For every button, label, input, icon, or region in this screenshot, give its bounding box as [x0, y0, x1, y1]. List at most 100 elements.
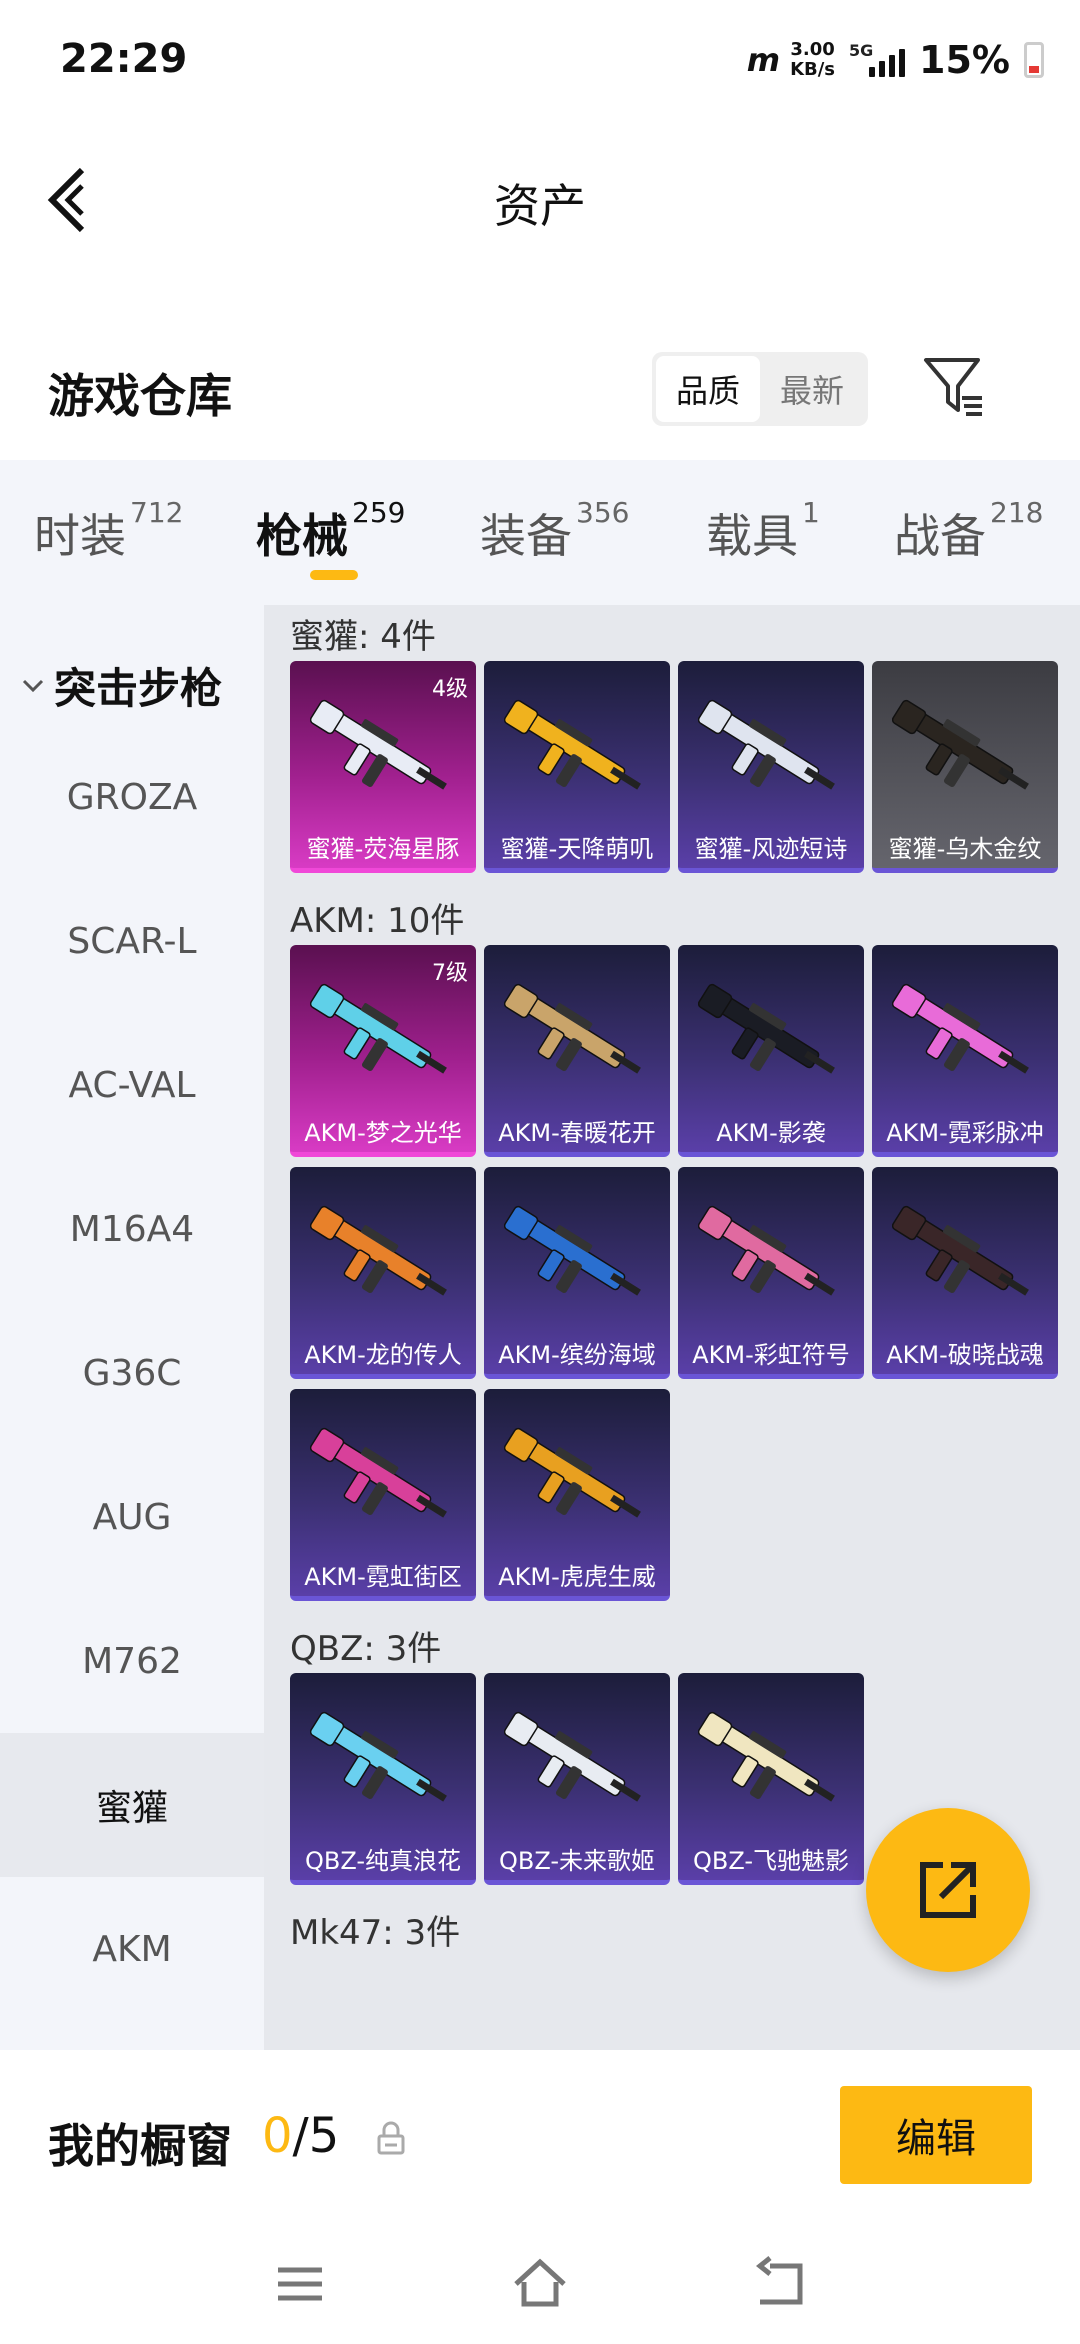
- weapon-card[interactable]: AKM-霓彩脉冲: [872, 945, 1058, 1157]
- card-name: 蜜獾-荧海星豚: [306, 835, 460, 863]
- tab-firearms[interactable]: 枪械 259: [256, 496, 405, 566]
- sidebar-item-m762[interactable]: M762: [0, 1589, 264, 1733]
- filter-icon[interactable]: [920, 352, 990, 422]
- network-speed: 3.00 KB/s: [790, 40, 835, 80]
- weapon-skin-image: [698, 1711, 835, 1802]
- card-name: AKM-彩虹符号: [692, 1341, 850, 1369]
- tab-label: 时装: [34, 509, 126, 563]
- showcase-bar: 我的橱窗 0/5 编辑: [0, 2050, 1080, 2224]
- weapon-skin-image: [698, 1205, 835, 1296]
- card-name: QBZ-纯真浪花: [304, 1847, 462, 1875]
- weapon-card[interactable]: QBZ-未来歌姬: [484, 1673, 670, 1885]
- sidebar-item-g36c[interactable]: G36C: [0, 1301, 264, 1445]
- weapon-skin-image: [310, 1711, 447, 1802]
- tab-count: 259: [352, 496, 406, 529]
- sidebar-item-honey-badger[interactable]: 蜜獾: [0, 1733, 264, 1877]
- status-bar: 22:29 m 3.00 KB/s 5G 15%: [0, 0, 1080, 120]
- group-title: 蜜獾: 4件: [290, 617, 436, 657]
- carrier-logo: m: [746, 41, 780, 79]
- weapon-card[interactable]: 7级 AKM-梦之光华: [290, 945, 476, 1157]
- card-name: 蜜獾-乌木金纹: [888, 835, 1042, 863]
- weapon-card[interactable]: AKM-彩虹符号: [678, 1167, 864, 1379]
- lock-icon: [377, 2121, 405, 2155]
- sidebar-item-aug[interactable]: AUG: [0, 1445, 264, 1589]
- card-name: AKM-破晓战魂: [886, 1341, 1044, 1369]
- menu-icon[interactable]: [270, 2254, 330, 2314]
- weapon-skin-image: [504, 1427, 641, 1518]
- home-icon[interactable]: [510, 2254, 570, 2314]
- sort-toggle: 品质 最新: [652, 352, 868, 426]
- weapon-card[interactable]: AKM-龙的传人: [290, 1167, 476, 1379]
- battery-icon: [1024, 42, 1044, 78]
- weapon-card[interactable]: 蜜獾-天降萌叽: [484, 661, 670, 873]
- weapon-card[interactable]: 蜜獾-风迹短诗: [678, 661, 864, 873]
- tab-count: 1: [802, 496, 820, 529]
- weapon-skin-image: [310, 1427, 447, 1518]
- page-title: 资产: [494, 179, 586, 233]
- weapon-skin-image: [504, 983, 641, 1074]
- weapon-sidebar: 突击步枪 GROZA SCAR-L AC-VAL M16A4 G36C AUG …: [0, 605, 264, 2050]
- weapon-skin-image: [504, 1711, 641, 1802]
- share-icon: [920, 1862, 976, 1918]
- weapon-skin-image: [504, 699, 641, 790]
- card-level-badge: 7级: [432, 961, 468, 986]
- sidebar-item-scar-l[interactable]: SCAR-L: [0, 869, 264, 1013]
- network-speed-unit: KB/s: [790, 59, 836, 80]
- network-type: 5G: [849, 41, 874, 60]
- tab-fashion[interactable]: 时装 712: [34, 496, 183, 566]
- weapon-card[interactable]: AKM-霓虹街区: [290, 1389, 476, 1601]
- weapon-card[interactable]: QBZ-飞驰魅影: [678, 1673, 864, 1885]
- system-nav-bar: [0, 2224, 1080, 2344]
- weapon-card[interactable]: QBZ-纯真浪花: [290, 1673, 476, 1885]
- card-name: AKM-霓彩脉冲: [886, 1119, 1044, 1147]
- weapon-card[interactable]: 4级蜜獾-荧海星豚: [290, 661, 476, 873]
- sort-newest-button[interactable]: 最新: [760, 356, 864, 422]
- card-level-badge: 4级: [432, 677, 468, 702]
- showcase-label: 我的橱窗: [48, 2119, 232, 2173]
- sort-quality-button[interactable]: 品质: [656, 356, 760, 422]
- card-name: QBZ-飞驰魅影: [692, 1847, 850, 1875]
- back-icon[interactable]: [750, 2254, 810, 2314]
- weapon-card[interactable]: AKM-影袭: [678, 945, 864, 1157]
- weapon-card[interactable]: 蜜獾-乌木金纹: [872, 661, 1058, 873]
- app-header: 资产: [0, 130, 1080, 270]
- assets-page: 22:29 m 3.00 KB/s 5G 15% 资产 游戏仓库 品质 最新 时…: [0, 0, 1080, 2344]
- share-button[interactable]: [866, 1808, 1030, 1972]
- tab-label: 战备: [894, 509, 986, 563]
- showcase-max: /5: [292, 2108, 340, 2164]
- card-name: AKM-龙的传人: [304, 1341, 462, 1369]
- card-name: 蜜獾-天降萌叽: [500, 835, 654, 863]
- tab-vehicles[interactable]: 载具 1: [706, 496, 820, 566]
- showcase-current: 0: [262, 2108, 293, 2164]
- sidebar-item-m16a4[interactable]: M16A4: [0, 1157, 264, 1301]
- weapon-card[interactable]: AKM-虎虎生威: [484, 1389, 670, 1601]
- weapon-skin-image: [892, 983, 1029, 1074]
- card-name: 蜜獾-风迹短诗: [694, 835, 848, 863]
- card-name: AKM-春暖花开: [498, 1119, 656, 1147]
- weapon-skin-image: [310, 983, 447, 1074]
- sidebar-item-groza[interactable]: GROZA: [0, 725, 264, 869]
- sidebar-item-akm[interactable]: AKM: [0, 1877, 264, 2021]
- sidebar-category-header[interactable]: 突击步枪: [20, 655, 222, 716]
- weapon-skin-image: [698, 983, 835, 1074]
- sidebar-category-label: 突击步枪: [54, 664, 223, 713]
- weapon-card[interactable]: AKM-缤纷海域: [484, 1167, 670, 1379]
- weapon-skin-image: [892, 699, 1029, 790]
- battery-percent: 15%: [919, 38, 1010, 82]
- edit-button[interactable]: 编辑: [840, 2086, 1032, 2184]
- chevron-down-icon: [22, 679, 44, 692]
- tab-equipment[interactable]: 装备 356: [480, 496, 629, 566]
- tab-label: 装备: [480, 509, 572, 563]
- card-name: AKM-虎虎生威: [498, 1563, 656, 1591]
- card-name: AKM-影袭: [716, 1119, 826, 1147]
- active-tab-indicator: [310, 570, 358, 580]
- tab-count: 356: [576, 496, 630, 529]
- weapon-skin-image: [310, 699, 447, 790]
- card-name: QBZ-未来歌姬: [498, 1847, 656, 1875]
- weapon-card[interactable]: AKM-春暖花开: [484, 945, 670, 1157]
- showcase-count: 0/5: [262, 2108, 339, 2164]
- tab-supplies[interactable]: 战备 218: [894, 496, 1043, 566]
- weapon-card[interactable]: AKM-破晓战魂: [872, 1167, 1058, 1379]
- sidebar-item-ac-val[interactable]: AC-VAL: [0, 1013, 264, 1157]
- tab-label: 枪械: [256, 509, 348, 563]
